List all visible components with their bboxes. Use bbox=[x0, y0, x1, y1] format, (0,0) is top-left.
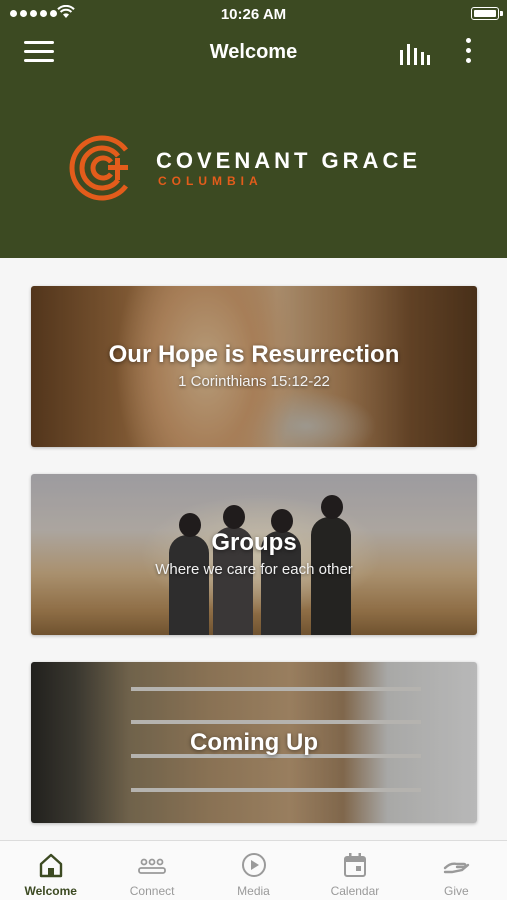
vertical-dots-icon bbox=[465, 38, 471, 43]
tab-label: Welcome bbox=[24, 884, 77, 898]
logo-mark-icon bbox=[69, 135, 128, 201]
tab-label: Media bbox=[237, 884, 270, 898]
nav-bar: Welcome bbox=[0, 28, 507, 78]
tab-give[interactable]: Give bbox=[406, 841, 507, 900]
card-title: Groups bbox=[211, 529, 297, 556]
page-title: Welcome bbox=[209, 41, 298, 63]
content-cards: Our Hope is Resurrection 1 Corinthians 1… bbox=[0, 258, 507, 840]
home-icon bbox=[39, 853, 62, 878]
more-options-button[interactable] bbox=[456, 38, 480, 68]
sermon-card[interactable]: Our Hope is Resurrection 1 Corinthians 1… bbox=[31, 286, 477, 447]
tab-media[interactable]: Media bbox=[203, 841, 304, 900]
status-bar: 10:26 AM bbox=[0, 0, 507, 28]
card-subtitle: Where we care for each other bbox=[155, 561, 353, 578]
battery-icon bbox=[471, 7, 503, 20]
groups-card[interactable]: Groups Where we care for each other bbox=[31, 474, 477, 635]
tab-welcome[interactable]: Welcome bbox=[0, 841, 101, 900]
card-title: Coming Up bbox=[190, 729, 318, 756]
church-logo: COVENANT GRACE COLUMBIA bbox=[68, 132, 448, 204]
calendar-icon bbox=[343, 853, 366, 877]
tab-label: Calendar bbox=[330, 884, 380, 898]
logo-subtitle: COLUMBIA bbox=[158, 174, 263, 188]
audio-bars-icon[interactable] bbox=[398, 41, 430, 65]
card-subtitle: 1 Corinthians 15:12-22 bbox=[178, 373, 330, 390]
coming-up-card[interactable]: Coming Up bbox=[31, 662, 477, 823]
tab-label: Connect bbox=[129, 884, 175, 898]
card-title: Our Hope is Resurrection bbox=[108, 341, 400, 368]
header: Welcome COVENANT GRACE COLUMBIA bbox=[0, 28, 507, 258]
logo-name: COVENANT GRACE bbox=[156, 148, 422, 173]
tab-connect[interactable]: Connect bbox=[101, 841, 202, 900]
tab-bar: Welcome Connect Media Calendar Give bbox=[0, 840, 507, 900]
play-icon bbox=[241, 853, 266, 877]
tab-label: Give bbox=[443, 884, 469, 898]
status-time: 10:26 AM bbox=[220, 6, 287, 23]
tab-calendar[interactable]: Calendar bbox=[304, 841, 405, 900]
give-icon bbox=[444, 862, 470, 874]
people-icon bbox=[138, 858, 167, 874]
